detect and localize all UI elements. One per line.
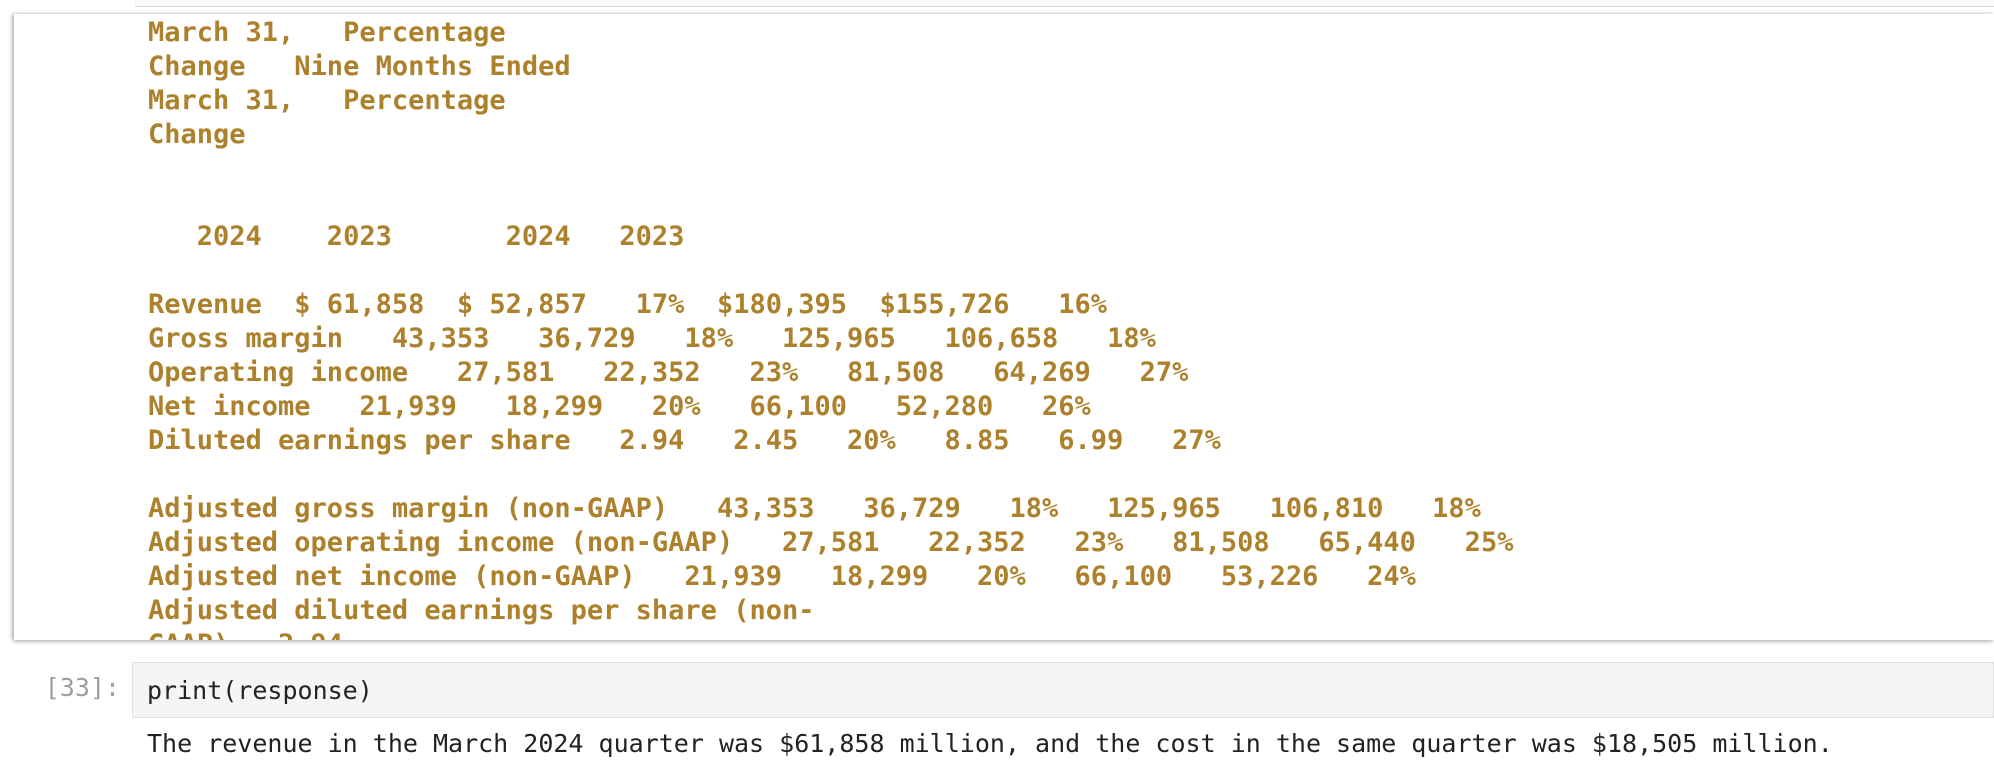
code-cell-input[interactable]: print(response) [132, 662, 1994, 718]
previous-cell-edge [135, 0, 1994, 7]
cell-execution-count: [33]: [44, 673, 120, 702]
scrolled-output-area[interactable]: March 31, Percentage Change Nine Months … [14, 14, 1994, 640]
financial-summary-output: March 31, Percentage Change Nine Months … [148, 17, 1514, 640]
cell-output-text: The revenue in the March 2024 quarter wa… [147, 729, 1833, 758]
